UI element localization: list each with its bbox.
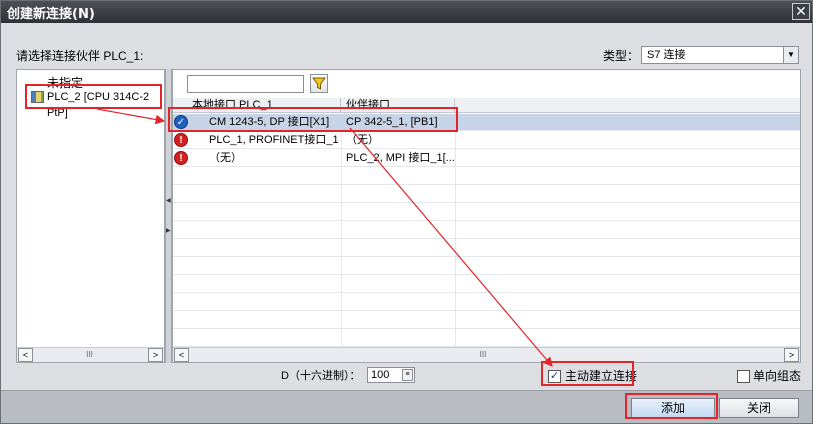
hex-id-label: D（十六进制）： bbox=[281, 370, 361, 382]
hex-id-value: 100 bbox=[371, 369, 390, 381]
scroll-thumb[interactable]: III bbox=[37, 350, 142, 360]
close-icon[interactable]: ✕ bbox=[792, 3, 810, 20]
row-partner-interface: （无） bbox=[346, 134, 379, 146]
partner-prompt: 请选择连接伙伴 PLC_1: bbox=[16, 49, 144, 63]
active-connect-checkbox[interactable]: ✓ 主动建立连接 bbox=[548, 367, 637, 385]
row-partner-interface: PLC_2, MPI 接口_1[... bbox=[346, 152, 454, 164]
tree-horizontal-scrollbar[interactable]: < III > bbox=[17, 347, 164, 362]
checkmark-icon: ✓ bbox=[174, 115, 188, 129]
table-row[interactable]: ! （无） PLC_2, MPI 接口_1[... bbox=[173, 150, 800, 167]
expand-right-icon[interactable]: ▶ bbox=[166, 227, 171, 235]
hex-id-input[interactable]: 100 ≡ bbox=[367, 367, 415, 383]
table-row[interactable]: ✓ CM 1243-5, DP 接口[X1] CP 342-5_1, [PB1] bbox=[173, 114, 800, 131]
plc-icon bbox=[31, 91, 44, 103]
checkbox-checked-icon[interactable]: ✓ bbox=[548, 370, 561, 383]
one-way-checkbox[interactable]: 单向组态 bbox=[737, 367, 801, 385]
title-bar: 创建新连接(N) ✕ bbox=[1, 1, 812, 23]
error-icon: ! bbox=[174, 151, 188, 165]
checkbox-unchecked-icon[interactable] bbox=[737, 370, 750, 383]
empty-row bbox=[173, 240, 800, 257]
row-local-interface: PLC_1, PROFINET接口_1... bbox=[209, 134, 339, 146]
row-local-interface: （无） bbox=[209, 152, 242, 164]
type-label: 类型： bbox=[603, 49, 640, 63]
tree-item-plc2-label: PLC_2 [CPU 314C-2 PtP] bbox=[47, 91, 150, 119]
empty-row bbox=[173, 222, 800, 239]
close-button[interactable]: 关闭 bbox=[719, 398, 799, 418]
active-connect-label: 主动建立连接 bbox=[565, 369, 638, 383]
column-local-interface[interactable]: 本地接口 PLC_1 bbox=[173, 98, 341, 113]
grid-body: ✓ CM 1243-5, DP 接口[X1] CP 342-5_1, [PB1]… bbox=[173, 113, 800, 347]
error-icon: ! bbox=[174, 133, 188, 147]
scroll-right-icon[interactable]: > bbox=[784, 348, 799, 362]
empty-row bbox=[173, 258, 800, 275]
empty-row bbox=[173, 276, 800, 293]
connection-type-select[interactable]: S7 连接 ▼ bbox=[641, 46, 799, 64]
connection-type-value: S7 连接 bbox=[647, 49, 686, 61]
spin-icon[interactable]: ≡ bbox=[402, 369, 413, 381]
empty-row bbox=[173, 312, 800, 329]
filter-icon[interactable] bbox=[310, 74, 328, 93]
partner-tree: 未指定 PLC_2 [CPU 314C-2 PtP] < III > bbox=[16, 69, 165, 363]
empty-row bbox=[173, 330, 800, 347]
one-way-label: 单向组态 bbox=[753, 369, 802, 383]
table-row[interactable]: ! PLC_1, PROFINET接口_1... （无） bbox=[173, 132, 800, 149]
panel-splitter[interactable]: ◀ ▶ bbox=[165, 69, 172, 363]
interface-grid-panel: 本地接口 PLC_1 伙伴接口 ✓ CM 1243-5, DP 接口[X1] C… bbox=[172, 69, 801, 363]
row-local-interface: CM 1243-5, DP 接口[X1] bbox=[209, 116, 330, 128]
scroll-thumb[interactable]: III bbox=[193, 350, 773, 360]
chevron-down-icon[interactable]: ▼ bbox=[783, 47, 798, 63]
scroll-left-icon[interactable]: < bbox=[174, 348, 189, 362]
row-partner-interface: CP 342-5_1, [PB1] bbox=[346, 116, 438, 128]
add-button[interactable]: 添加 bbox=[631, 398, 715, 418]
column-partner-interface[interactable]: 伙伴接口 bbox=[341, 98, 455, 113]
grid-header: 本地接口 PLC_1 伙伴接口 bbox=[173, 98, 800, 113]
filter-input[interactable] bbox=[187, 75, 304, 93]
create-connection-dialog: 创建新连接(N) ✕ 请选择连接伙伴 PLC_1: 类型： S7 连接 ▼ 未指… bbox=[0, 0, 813, 424]
empty-row bbox=[173, 168, 800, 185]
tree-item-plc2[interactable]: PLC_2 [CPU 314C-2 PtP] bbox=[29, 89, 164, 119]
empty-row bbox=[173, 186, 800, 203]
scroll-right-icon[interactable]: > bbox=[148, 348, 163, 362]
scroll-left-icon[interactable]: < bbox=[18, 348, 33, 362]
empty-row bbox=[173, 294, 800, 311]
collapse-left-icon[interactable]: ◀ bbox=[166, 197, 171, 205]
grid-horizontal-scrollbar[interactable]: < III > bbox=[173, 347, 800, 362]
dialog-title: 创建新连接(N) bbox=[7, 7, 95, 22]
empty-row bbox=[173, 204, 800, 221]
